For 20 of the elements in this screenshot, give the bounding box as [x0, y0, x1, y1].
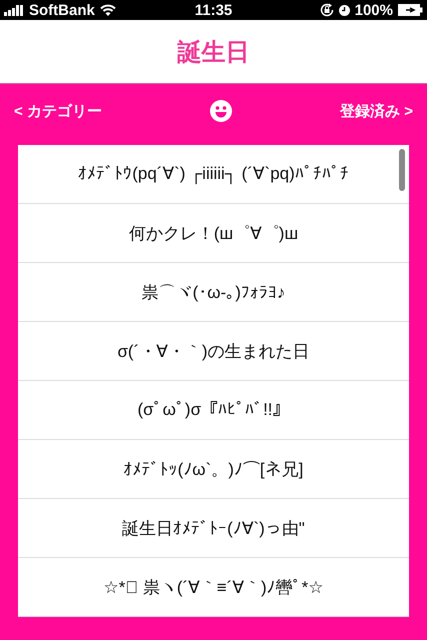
kaomoji-item[interactable]: 何かクレ！(ш゜∀゜)ш: [18, 204, 409, 263]
clock-icon: [338, 4, 350, 16]
battery-percent: 100%: [354, 2, 393, 18]
rotation-lock-icon: [320, 3, 334, 17]
signal-icon: [4, 4, 24, 16]
battery-icon: [398, 4, 423, 16]
kaomoji-item[interactable]: σ(´・∀・｀)の生まれた日: [18, 322, 409, 381]
kaomoji-item[interactable]: 祟⌒ヾ(･ω-｡)ﾌｫﾗﾖ♪: [18, 263, 409, 322]
wifi-icon: [100, 4, 116, 16]
smiley-icon[interactable]: [210, 100, 232, 122]
status-time: 11:35: [194, 2, 232, 18]
kaomoji-item[interactable]: ☆*ﾟ 祟ヽ(´∀｀≡´∀｀)ﾉ轡ﾟ*☆: [18, 558, 409, 617]
carrier-name: SoftBank: [29, 2, 95, 18]
screen-title: 誕生日: [178, 38, 250, 68]
back-link[interactable]: < カテゴリー: [10, 100, 106, 122]
registered-link[interactable]: 登録済み >: [336, 100, 417, 122]
kaomoji-item[interactable]: (σﾟωﾟ)σ『ﾊﾋﾟﾊﾞ!!』: [18, 381, 409, 440]
kaomoji-item[interactable]: 誕生日ｵﾒﾃﾞﾄｰ(ﾉ∀`)っ由": [18, 499, 409, 558]
scrollbar: [399, 149, 405, 191]
kaomoji-item[interactable]: ｵﾒﾃﾞﾄｯ(ﾉω`。)ﾉ⌒[ネ兄]: [18, 440, 409, 499]
